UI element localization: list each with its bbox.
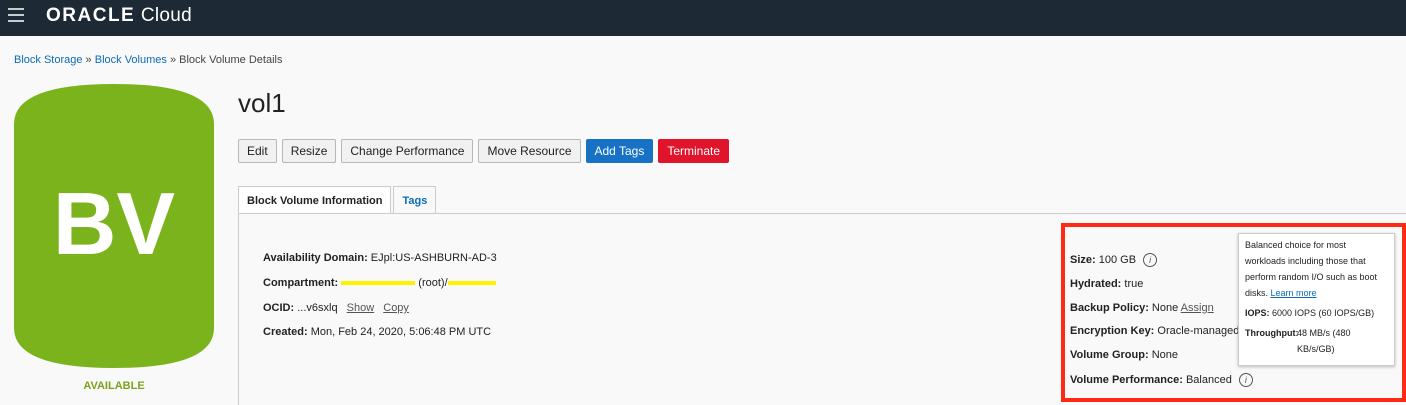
breadcrumb-block-storage[interactable]: Block Storage: [14, 54, 82, 66]
created-row: Created: Mon, Feb 24, 2020, 5:06:48 PM U…: [263, 326, 491, 338]
ocid-value: ...v6sxlq: [297, 302, 338, 314]
terminate-button[interactable]: Terminate: [658, 139, 730, 163]
created-value: Mon, Feb 24, 2020, 5:06:48 PM UTC: [310, 326, 492, 338]
compartment-row: Compartment: (root)/: [263, 277, 496, 289]
block-volume-icon: BV: [14, 84, 214, 368]
block-volume-icon-text: BV: [52, 174, 176, 273]
availability-domain-value: EJpl:US-ASHBURN-AD-3: [370, 252, 497, 264]
compartment-value: (root)/: [418, 277, 448, 289]
logo-sub: Cloud: [140, 5, 192, 26]
top-navigation-bar: ORACLE Cloud: [0, 0, 1406, 36]
logo-main: ORACLE: [46, 5, 136, 26]
tab-tags[interactable]: Tags: [393, 186, 437, 214]
redacted-text: [341, 281, 416, 286]
add-tags-button[interactable]: Add Tags: [585, 139, 654, 163]
hamburger-menu-icon[interactable]: [8, 8, 24, 22]
edit-button[interactable]: Edit: [238, 139, 277, 163]
breadcrumb-separator: »: [85, 54, 92, 66]
breadcrumb: Block Storage » Block Volumes » Block Vo…: [14, 54, 282, 66]
detail-tabs: Block Volume Information Tags: [238, 186, 437, 214]
tab-block-volume-information[interactable]: Block Volume Information: [238, 186, 392, 214]
ocid-show-link[interactable]: Show: [347, 302, 375, 314]
availability-domain-label: Availability Domain:: [263, 252, 368, 264]
tab-divider: [238, 213, 1406, 214]
oracle-cloud-logo[interactable]: ORACLE Cloud: [46, 5, 192, 27]
redacted-text: [447, 281, 496, 286]
panel-left-border: [238, 214, 239, 405]
ocid-label: OCID:: [263, 302, 295, 314]
page-title: vol1: [238, 88, 286, 118]
compartment-label: Compartment:: [263, 277, 339, 289]
breadcrumb-separator: »: [169, 54, 177, 66]
move-resource-button[interactable]: Move Resource: [478, 139, 581, 163]
ocid-copy-link[interactable]: Copy: [383, 302, 409, 314]
breadcrumb-current: Block Volume Details: [179, 54, 283, 66]
ocid-row: OCID: ...v6sxlq Show Copy: [263, 302, 409, 314]
action-toolbar: Edit Resize Change Performance Move Reso…: [238, 139, 730, 163]
availability-domain-row: Availability Domain: EJpl:US-ASHBURN-AD-…: [263, 252, 497, 264]
resize-button[interactable]: Resize: [281, 139, 337, 163]
status-badge: AVAILABLE: [83, 380, 145, 392]
change-performance-button[interactable]: Change Performance: [341, 139, 474, 163]
breadcrumb-block-volumes[interactable]: Block Volumes: [95, 54, 167, 66]
highlight-annotation-box: [1061, 223, 1406, 402]
created-label: Created:: [263, 326, 308, 338]
